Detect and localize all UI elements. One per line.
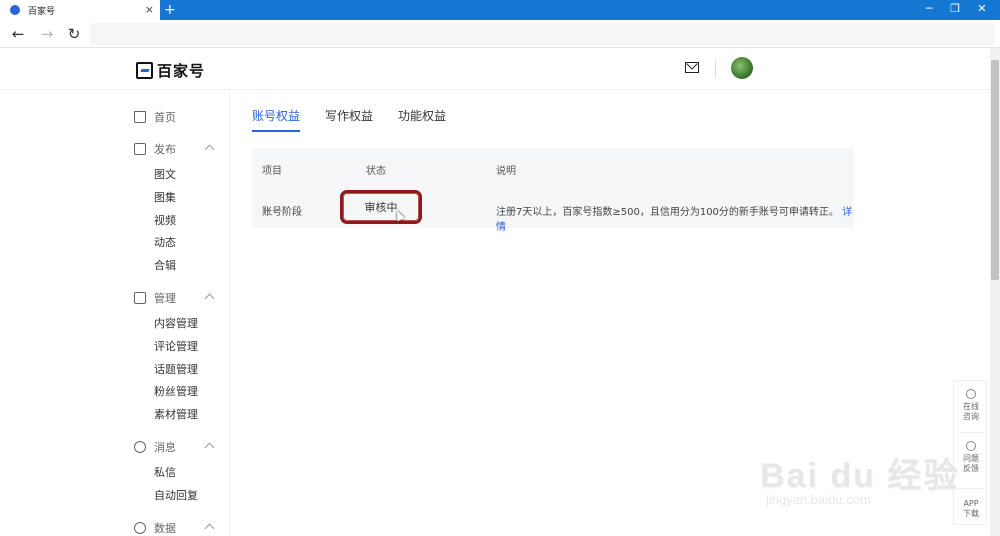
reload-button[interactable]: ↻: [64, 24, 84, 44]
online-consult-button[interactable]: 在线 咨询: [954, 389, 988, 422]
tab-feature-rights[interactable]: 功能权益: [398, 107, 446, 132]
pie-chart-icon: [134, 522, 146, 534]
column-header-desc: 说明: [496, 166, 516, 177]
sidebar-item-topic-manage[interactable]: 话题管理: [154, 361, 198, 377]
sidebar-item-heji[interactable]: 合辑: [154, 257, 176, 273]
sidebar-section-label: 消息: [154, 441, 176, 454]
browser-navbar: ← → ↻: [0, 20, 1000, 48]
forward-button[interactable]: →: [37, 24, 57, 44]
tab-title: 百家号: [28, 6, 56, 17]
watermark-url: jingyan.baidu.com: [766, 492, 871, 507]
float-divider: [958, 432, 984, 433]
row-desc-cell: 注册7天以上，百家号指数≥500，且信用分为100分的新手账号可申请转正。 详情: [496, 203, 854, 233]
logo-text: 百家号: [157, 62, 206, 80]
avatar[interactable]: [731, 57, 753, 79]
sidebar-item-home[interactable]: 首页: [134, 109, 176, 125]
sidebar-section-messages[interactable]: 消息: [134, 439, 176, 455]
baidu-paw-icon: [10, 5, 20, 15]
home-icon: [134, 111, 146, 123]
close-tab-icon[interactable]: ×: [145, 3, 154, 16]
sidebar-item-tuwen[interactable]: 图文: [154, 166, 176, 182]
sidebar-item-content-manage[interactable]: 内容管理: [154, 315, 198, 331]
sidebar-section-data[interactable]: 数据: [134, 520, 176, 536]
back-button[interactable]: ←: [8, 24, 28, 44]
sidebar-item-comment-manage[interactable]: 评论管理: [154, 338, 198, 354]
list-icon: [134, 292, 146, 304]
row-desc-text: 注册7天以上，百家号指数≥500，且信用分为100分的新手账号可申请转正。: [496, 207, 839, 218]
online-consult-label-2: 咨询: [963, 412, 979, 421]
sidebar-section-manage[interactable]: 管理: [134, 290, 176, 306]
browser-titlebar: 百家号 × + ─ ❐ ✕: [0, 0, 1000, 20]
baijiahao-logo[interactable]: 百家号: [136, 60, 205, 81]
edit-icon: [134, 143, 146, 155]
sidebar-item-dongtai[interactable]: 动态: [154, 234, 176, 250]
header-divider: [715, 60, 716, 78]
logo-mark-icon: [136, 62, 153, 79]
sidebar-section-label: 管理: [154, 292, 176, 305]
sidebar: [0, 91, 230, 536]
online-consult-label: 在线: [963, 402, 979, 411]
baidu-jingyan-watermark: Bai du 经验 jingyan.baidu.com: [760, 440, 960, 520]
column-header-item: 项目: [262, 166, 282, 177]
sidebar-item-fans-manage[interactable]: 粉丝管理: [154, 383, 198, 399]
close-window-button[interactable]: ✕: [964, 0, 1000, 20]
tab-writing-rights[interactable]: 写作权益: [325, 107, 373, 132]
tab-account-rights[interactable]: 账号权益: [252, 107, 301, 132]
sidebar-section-label: 发布: [154, 143, 176, 156]
new-tab-button[interactable]: +: [164, 0, 176, 20]
row-item-cell: 账号阶段: [262, 207, 302, 218]
sidebar-section-label: 数据: [154, 522, 176, 535]
float-divider: [958, 488, 984, 489]
address-bar[interactable]: [90, 23, 995, 45]
scrollbar-thumb[interactable]: [991, 60, 999, 280]
sidebar-item-label: 首页: [154, 111, 176, 124]
chat-icon: [966, 389, 976, 399]
sidebar-item-auto-reply[interactable]: 自动回复: [154, 487, 198, 503]
browser-tab[interactable]: 百家号 ×: [0, 0, 160, 20]
rights-tabs: 账号权益 写作权益 功能权益: [252, 107, 471, 132]
sidebar-section-publish[interactable]: 发布: [134, 141, 176, 157]
page-header: 百家号: [0, 48, 990, 90]
column-header-status: 状态: [366, 166, 386, 177]
sidebar-item-private-message[interactable]: 私信: [154, 464, 176, 480]
mail-icon[interactable]: [685, 62, 699, 73]
sidebar-item-material-manage[interactable]: 素材管理: [154, 406, 198, 422]
sidebar-item-video[interactable]: 视频: [154, 212, 176, 228]
status-badge: 审核中: [340, 190, 422, 224]
sidebar-item-tuji[interactable]: 图集: [154, 189, 176, 205]
bell-icon: [134, 441, 146, 453]
question-icon: [966, 441, 976, 451]
watermark-main: Bai du 经验: [760, 457, 960, 495]
